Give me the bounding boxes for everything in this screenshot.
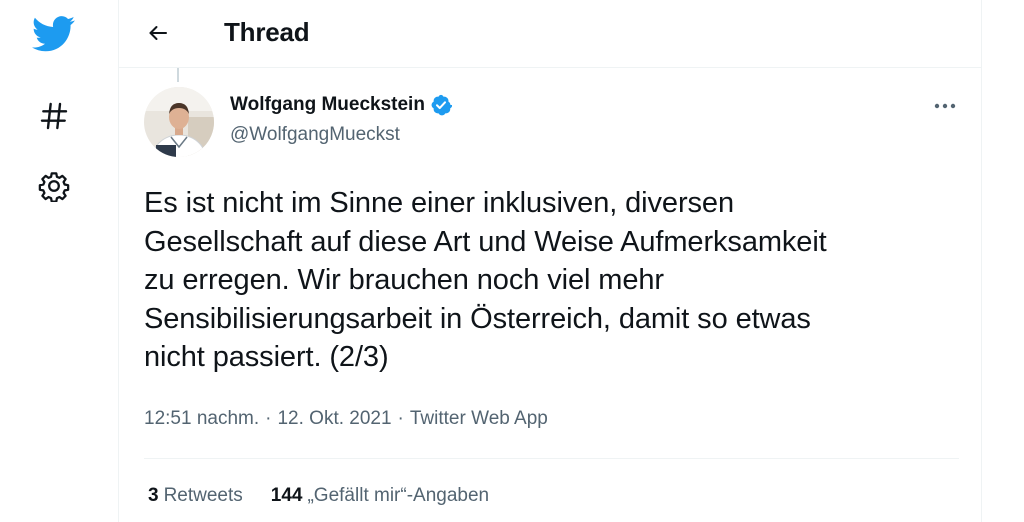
- tweet-metadata: 12:51 nachm. · 12. Okt. 2021 · Twitter W…: [144, 408, 548, 430]
- hashtag-explore-icon[interactable]: [28, 90, 80, 142]
- tweet-stats: 3 Retweets 144 „Gefällt mir“-Angaben: [148, 485, 517, 507]
- author-handle[interactable]: @WolfgangMueckst: [230, 124, 400, 146]
- thread-column: Thread Wolfgang Mueckstein @WolfgangMuec…: [118, 0, 982, 522]
- side-navigation: [0, 0, 118, 522]
- divider: [144, 458, 959, 459]
- likes-count: 144: [270, 485, 303, 506]
- settings-gear-icon[interactable]: [28, 160, 80, 212]
- likes-stat[interactable]: 144 „Gefällt mir“-Angaben: [271, 485, 489, 507]
- retweets-label: Retweets: [163, 485, 243, 506]
- retweets-count: 3: [148, 485, 159, 506]
- avatar[interactable]: [144, 87, 214, 157]
- thread-header: Thread: [119, 0, 981, 68]
- twitter-logo-icon[interactable]: [28, 8, 80, 60]
- page-title: Thread: [224, 17, 310, 47]
- separator-dot: ·: [397, 408, 404, 429]
- tweet-date-link[interactable]: 12. Okt. 2021: [277, 408, 391, 430]
- tweet-time-link[interactable]: 12:51 nachm.: [144, 408, 259, 430]
- retweets-stat[interactable]: 3 Retweets: [148, 485, 243, 507]
- likes-label: „Gefällt mir“-Angaben: [307, 485, 490, 506]
- tweet-source-link[interactable]: Twitter Web App: [410, 408, 548, 430]
- more-options-button[interactable]: [927, 90, 963, 122]
- thread-connector-line: [177, 68, 179, 82]
- arrow-left-icon: [149, 26, 167, 40]
- tweet-text: Es ist nicht im Sinne einer inklusiven, …: [144, 187, 827, 373]
- back-button[interactable]: [139, 14, 177, 52]
- more-horizontal-icon: [934, 103, 956, 109]
- verified-badge-icon: [430, 94, 452, 116]
- author-name[interactable]: Wolfgang Mueckstein: [230, 94, 425, 116]
- author-name-row: Wolfgang Mueckstein: [230, 94, 452, 116]
- separator-dot: ·: [265, 408, 272, 429]
